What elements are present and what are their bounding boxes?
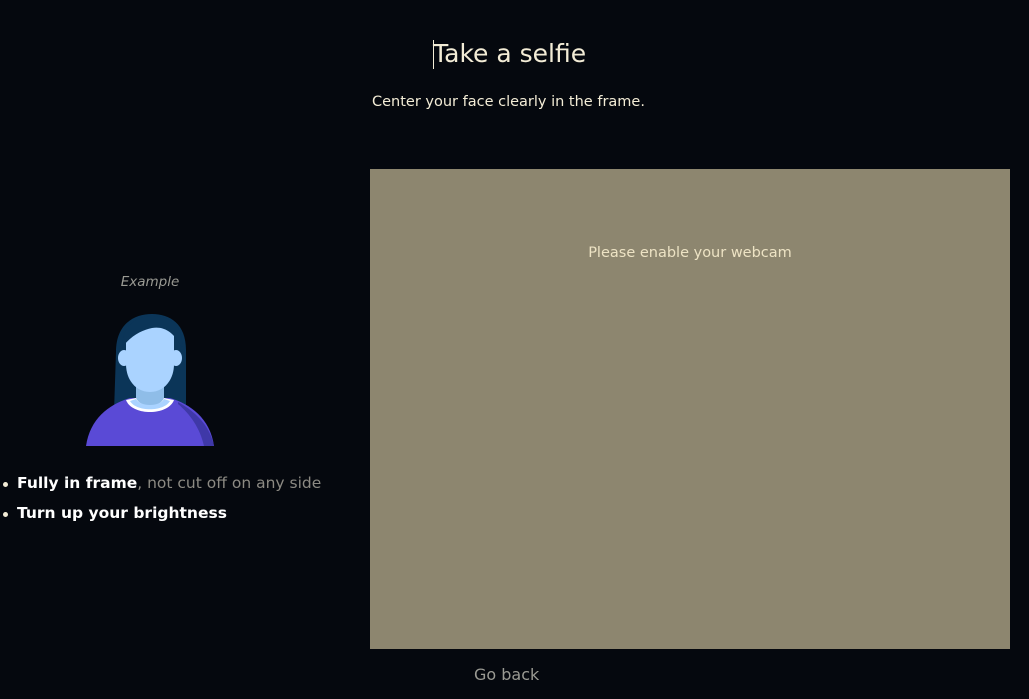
bullet-icon: [3, 512, 8, 517]
page-title: Take a selfie: [433, 39, 587, 68]
person-avatar-illustration: [86, 314, 214, 446]
webcam-message: Please enable your webcam: [588, 245, 792, 261]
bullet-icon: [3, 482, 8, 487]
selfie-page: Take a selfie Center your face clearly i…: [0, 0, 1029, 699]
example-label: Example: [120, 274, 180, 290]
tips-list: Fully in frame, not cut off on any side …: [0, 472, 321, 532]
tip-item: Fully in frame, not cut off on any side: [0, 472, 321, 502]
go-back-button[interactable]: Go back: [474, 665, 539, 684]
page-subtitle: Center your face clearly in the frame.: [372, 94, 645, 110]
tip-item: Turn up your brightness: [0, 502, 321, 532]
tip-rest: , not cut off on any side: [137, 474, 322, 492]
tip-strong: Turn up your brightness: [17, 504, 227, 522]
tip-strong: Fully in frame: [17, 474, 138, 492]
webcam-preview: Please enable your webcam: [370, 169, 1010, 649]
